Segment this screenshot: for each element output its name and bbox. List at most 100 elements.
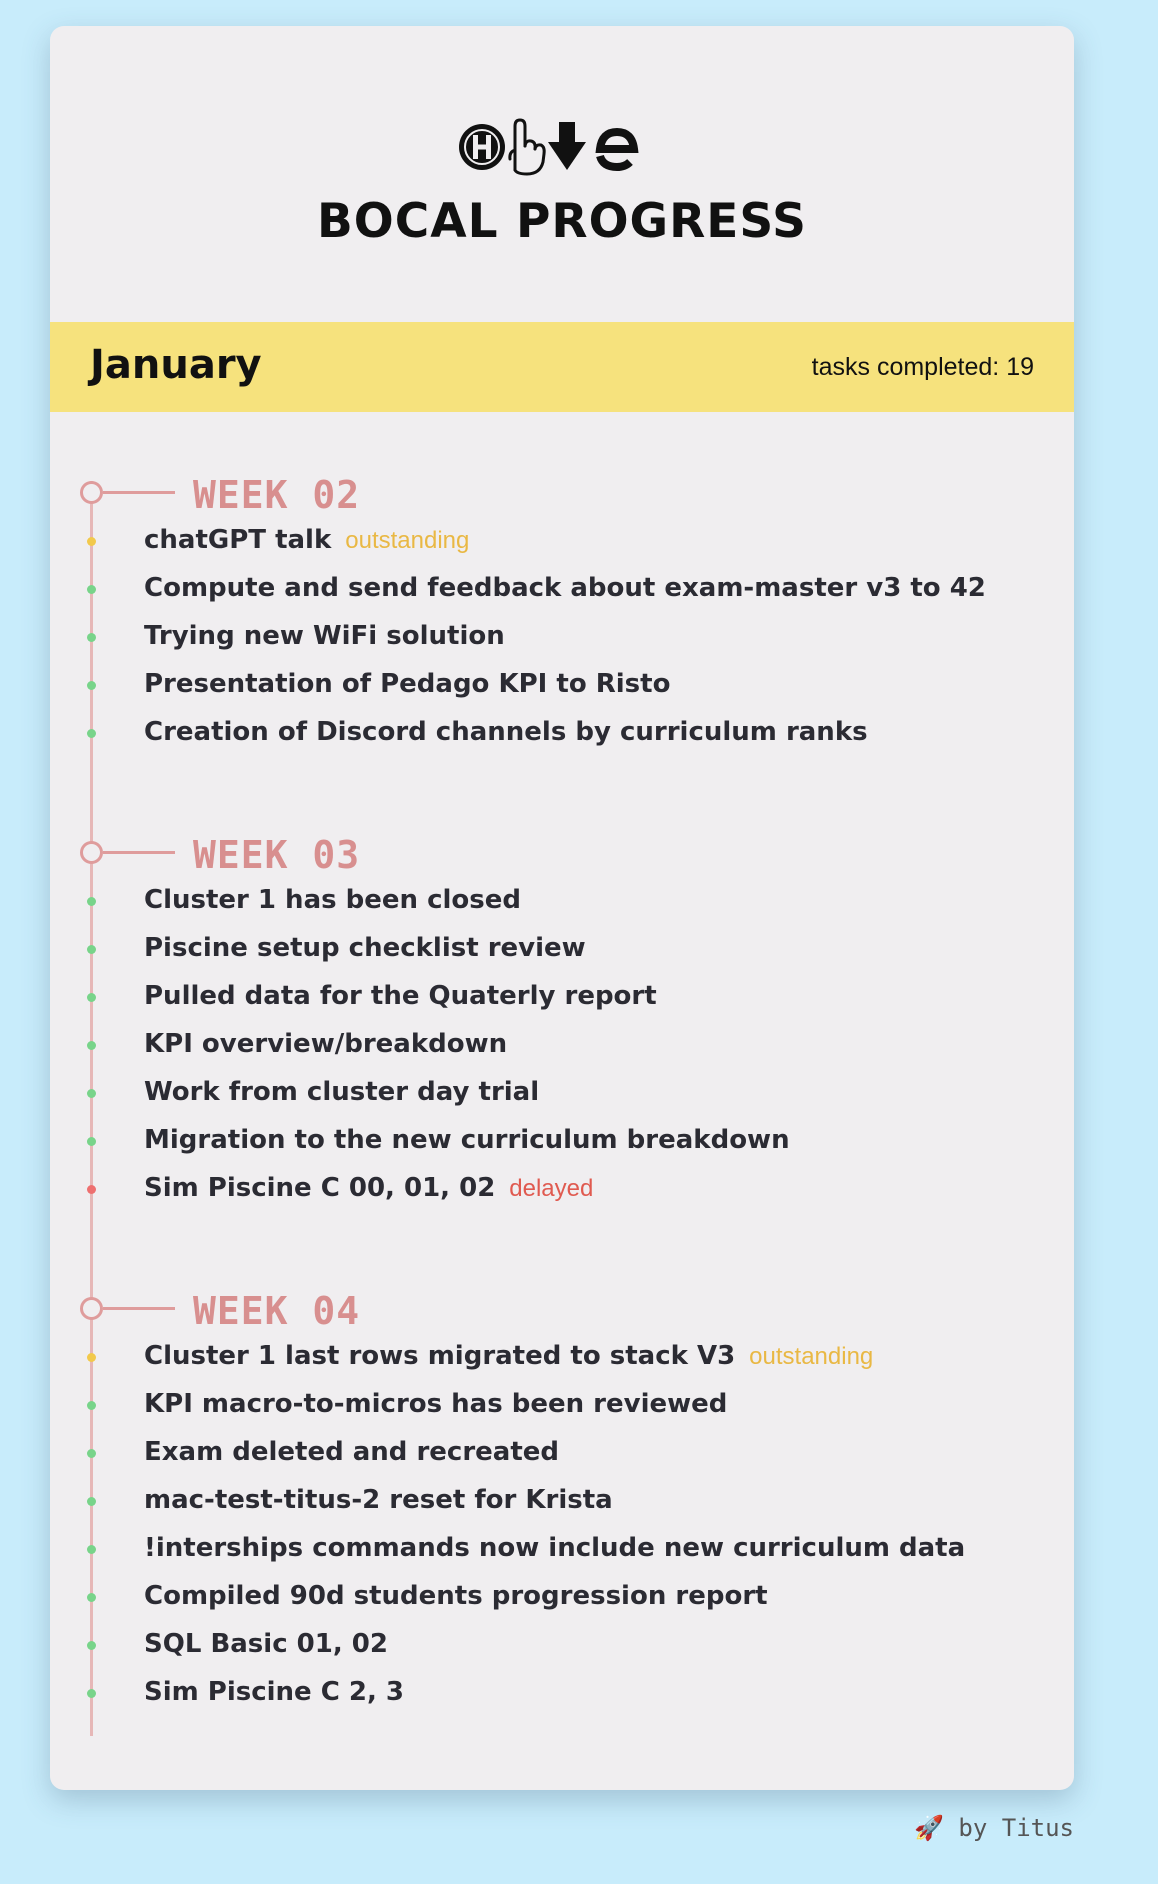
task-text-wrapper: Piscine setup checklist review [144,933,586,963]
logo-e-icon [595,127,639,172]
task-text-wrapper: Creation of Discord channels by curricul… [144,717,868,747]
task-item: chatGPT talk outstanding [50,521,1074,561]
task-status-dot-icon [87,1497,96,1506]
task-item: Work from cluster day trial [50,1073,1074,1113]
task-status-dot-icon [87,681,96,690]
task-status-label: outstanding [749,1343,874,1370]
task-status-dot-icon [87,585,96,594]
task-status-dot-icon [87,1353,96,1362]
task-status-dot-icon [87,1545,96,1554]
task-label: Work from cluster day trial [144,1077,540,1107]
task-item: KPI macro-to-micros has been reviewed [50,1385,1074,1425]
task-text-wrapper: Sim Piscine C 00, 01, 02 delayed [144,1173,593,1203]
task-item: Presentation of Pedago KPI to Risto [50,665,1074,705]
task-text-wrapper: chatGPT talk outstanding [144,525,469,555]
task-status-label: delayed [509,1175,594,1202]
task-text-wrapper: Compute and send feedback about exam-mas… [144,573,986,603]
task-item: mac-test-titus-2 reset for Krista [50,1481,1074,1521]
task-text-wrapper: Sim Piscine C 2, 3 [144,1677,404,1707]
page-title: BOCAL PROGRESS [316,194,807,249]
task-label: Exam deleted and recreated [144,1437,559,1467]
task-item: Trying new WiFi solution [50,617,1074,657]
task-item: !interships commands now include new cur… [50,1529,1074,1569]
task-text-wrapper: Exam deleted and recreated [144,1437,559,1467]
task-status-dot-icon [87,633,96,642]
task-status-dot-icon [87,1641,96,1650]
task-label: Creation of Discord channels by curricul… [144,717,868,747]
task-text-wrapper: Trying new WiFi solution [144,621,505,651]
task-label: Piscine setup checklist review [144,933,586,963]
task-label: SQL Basic 01, 02 [144,1629,388,1659]
task-item: KPI overview/breakdown [50,1025,1074,1065]
task-label: Trying new WiFi solution [144,621,505,651]
task-status-dot-icon [87,1401,96,1410]
task-text-wrapper: !interships commands now include new cur… [144,1533,965,1563]
task-status-dot-icon [87,897,96,906]
task-item: Migration to the new curriculum breakdow… [50,1121,1074,1161]
task-status-dot-icon [87,537,96,546]
week-node-icon [80,841,103,864]
month-name: January [90,342,262,388]
task-label: Migration to the new curriculum breakdow… [144,1125,790,1155]
task-label: Pulled data for the Quaterly report [144,981,657,1011]
month-bar: January tasks completed: 19 [50,322,1074,412]
task-label: Cluster 1 has been closed [144,885,521,915]
week-connector [103,491,175,494]
task-label: Compiled 90d students progression report [144,1581,768,1611]
logo-h-circle-icon [459,124,505,170]
task-item: Cluster 1 has been closed [50,881,1074,921]
task-label: Presentation of Pedago KPI to Risto [144,669,671,699]
logo-hand-icon [508,118,546,176]
week-label: WEEK 03 [193,833,361,877]
task-status-dot-icon [87,1137,96,1146]
progress-card: BOCAL PROGRESS January tasks completed: … [50,26,1074,1790]
task-status-dot-icon [87,1449,96,1458]
week-label: WEEK 04 [193,1289,361,1333]
week-node-icon [80,1297,103,1320]
task-item: SQL Basic 01, 02 [50,1625,1074,1665]
task-text-wrapper: KPI macro-to-micros has been reviewed [144,1389,727,1419]
task-item: Pulled data for the Quaterly report [50,977,1074,1017]
task-status-dot-icon [87,1089,96,1098]
task-text-wrapper: Pulled data for the Quaterly report [144,981,657,1011]
hive-logo [459,118,639,176]
task-item: Sim Piscine C 00, 01, 02 delayed [50,1169,1074,1209]
task-label: chatGPT talk [144,525,332,555]
task-item: Compute and send feedback about exam-mas… [50,569,1074,609]
task-item: Cluster 1 last rows migrated to stack V3… [50,1337,1074,1377]
logo-down-arrow-icon [548,122,586,170]
task-label: Sim Piscine C 2, 3 [144,1677,404,1707]
task-status-dot-icon [87,993,96,1002]
week-node-icon [80,481,103,504]
task-item: Creation of Discord channels by curricul… [50,713,1074,753]
task-status-dot-icon [87,945,96,954]
task-text-wrapper: Migration to the new curriculum breakdow… [144,1125,790,1155]
task-status-dot-icon [87,1185,96,1194]
task-item: Compiled 90d students progression report [50,1577,1074,1617]
task-label: !interships commands now include new cur… [144,1533,966,1563]
task-status-dot-icon [87,1041,96,1050]
tasks-completed-count: tasks completed: 19 [811,353,1034,381]
task-label: KPI overview/breakdown [144,1029,508,1059]
task-text-wrapper: SQL Basic 01, 02 [144,1629,388,1659]
task-status-label: outstanding [345,527,470,554]
task-text-wrapper: Work from cluster day trial [144,1077,539,1107]
task-item: Sim Piscine C 2, 3 [50,1673,1074,1713]
task-text-wrapper: Cluster 1 last rows migrated to stack V3… [144,1341,873,1371]
week-connector [103,851,175,854]
task-item: Exam deleted and recreated [50,1433,1074,1473]
task-text-wrapper: Compiled 90d students progression report [144,1581,768,1611]
task-text-wrapper: Cluster 1 has been closed [144,885,521,915]
task-label: mac-test-titus-2 reset for Krista [144,1485,613,1515]
week-label: WEEK 02 [193,473,361,517]
task-label: Compute and send feedback about exam-mas… [144,573,986,603]
task-item: Piscine setup checklist review [50,929,1074,969]
task-label: Sim Piscine C 00, 01, 02 [144,1173,496,1203]
task-status-dot-icon [87,1593,96,1602]
task-status-dot-icon [87,1689,96,1698]
task-text-wrapper: mac-test-titus-2 reset for Krista [144,1485,613,1515]
task-text-wrapper: Presentation of Pedago KPI to Risto [144,669,670,699]
footer-credit: 🚀 by Titus [914,1814,1074,1842]
task-label: Cluster 1 last rows migrated to stack V3 [144,1341,736,1371]
week-connector [103,1307,175,1310]
